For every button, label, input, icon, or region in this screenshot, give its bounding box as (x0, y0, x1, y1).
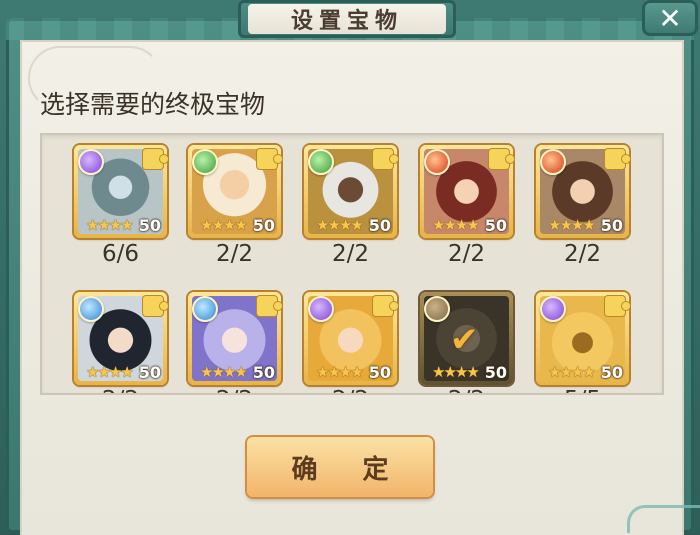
puzzle-piece-icon (143, 296, 168, 316)
dark-element-icon (78, 149, 104, 175)
hero-level: 50 (368, 363, 391, 382)
hero-level: 50 (600, 363, 623, 382)
puzzle-piece-icon (373, 149, 398, 169)
fire-element-icon (540, 149, 566, 175)
puzzle-piece-icon (143, 149, 168, 169)
hero-count: 2/2 (304, 387, 397, 393)
hero-level: 50 (368, 216, 391, 235)
star-rating: ★★★★ (200, 216, 248, 234)
hero-card[interactable]: ★★★★ 50 (420, 145, 514, 238)
hero-card[interactable]: ★★★★ 50 (188, 292, 282, 385)
hero-level: 50 (484, 363, 507, 382)
hero-card[interactable]: ★★★★ 50 (304, 145, 398, 238)
star-rating: ★★★★ (432, 363, 480, 381)
star-rating: ★★★★ (316, 216, 364, 234)
dark-element-icon (540, 296, 566, 322)
hero-count: 2/2 (447, 241, 485, 267)
hero-count: 2/2 (74, 387, 167, 393)
puzzle-piece-icon (257, 149, 282, 169)
water-element-icon (78, 296, 104, 322)
puzzle-piece-icon (489, 149, 514, 169)
star-rating: ★★★★ (548, 216, 596, 234)
close-icon: ✕ (658, 1, 682, 35)
hero-card[interactable]: ★★★★ 50 (74, 292, 168, 385)
hero-count: 2/2 (420, 387, 513, 393)
hero-card[interactable]: ★★★★ 50 (304, 292, 398, 385)
dark-element-icon (308, 296, 334, 322)
hero-level: 50 (138, 363, 161, 382)
instruction-heading: 选择需要的终极宝物 (40, 90, 266, 119)
hero-level: 50 (600, 216, 623, 235)
hero-count: 5/5 (536, 387, 629, 393)
hero-card[interactable]: ★★★★ 50 (188, 145, 282, 238)
puzzle-piece-icon (605, 149, 630, 169)
fire-element-icon (424, 149, 450, 175)
hero-card[interactable]: ★★★★ 50 (536, 292, 630, 385)
hero-card[interactable]: ★★★★ 50 (74, 145, 168, 238)
confirm-button[interactable]: 确 定 (247, 437, 433, 497)
hero-count: 2/2 (215, 241, 253, 267)
puzzle-piece-icon (373, 296, 398, 316)
puzzle-piece-icon (257, 296, 282, 316)
hero-level: 50 (252, 363, 275, 382)
dialog-title: 设置宝物 (290, 8, 403, 34)
hero-grid: ★★★★ 50 ★★★★ 50 ★★★★ 50 ★★★★ 50 ★★★★ 50 … (40, 133, 664, 395)
element-icon (424, 296, 450, 322)
star-rating: ★★★★ (432, 216, 480, 234)
hero-count: 2/2 (563, 241, 601, 267)
hero-count: 2/2 (331, 241, 369, 267)
star-rating: ★★★★ (548, 363, 596, 381)
corner-decoration (627, 505, 700, 533)
star-rating: ★★★★ (200, 363, 248, 381)
star-rating: ★★★★ (86, 363, 134, 381)
hero-card-selected[interactable]: ✔ ★★★★ 50 (420, 292, 513, 385)
star-rating: ★★★★ (86, 216, 134, 234)
wood-element-icon (192, 149, 218, 175)
checkmark-icon: ✔ (450, 320, 479, 360)
hero-level: 50 (138, 216, 161, 235)
hero-count: 6/6 (101, 241, 139, 267)
title-plate: 设置宝物 (248, 4, 446, 34)
star-rating: ★★★★ (316, 363, 364, 381)
hero-level: 50 (252, 216, 275, 235)
hero-level: 50 (484, 216, 507, 235)
puzzle-piece-icon (605, 296, 630, 316)
water-element-icon (192, 296, 218, 322)
confirm-label: 确 定 (291, 454, 407, 485)
hero-count: 2/2 (188, 387, 281, 393)
wood-element-icon (308, 149, 334, 175)
hero-card[interactable]: ★★★★ 50 (536, 145, 630, 238)
close-button[interactable]: ✕ (642, 0, 698, 36)
